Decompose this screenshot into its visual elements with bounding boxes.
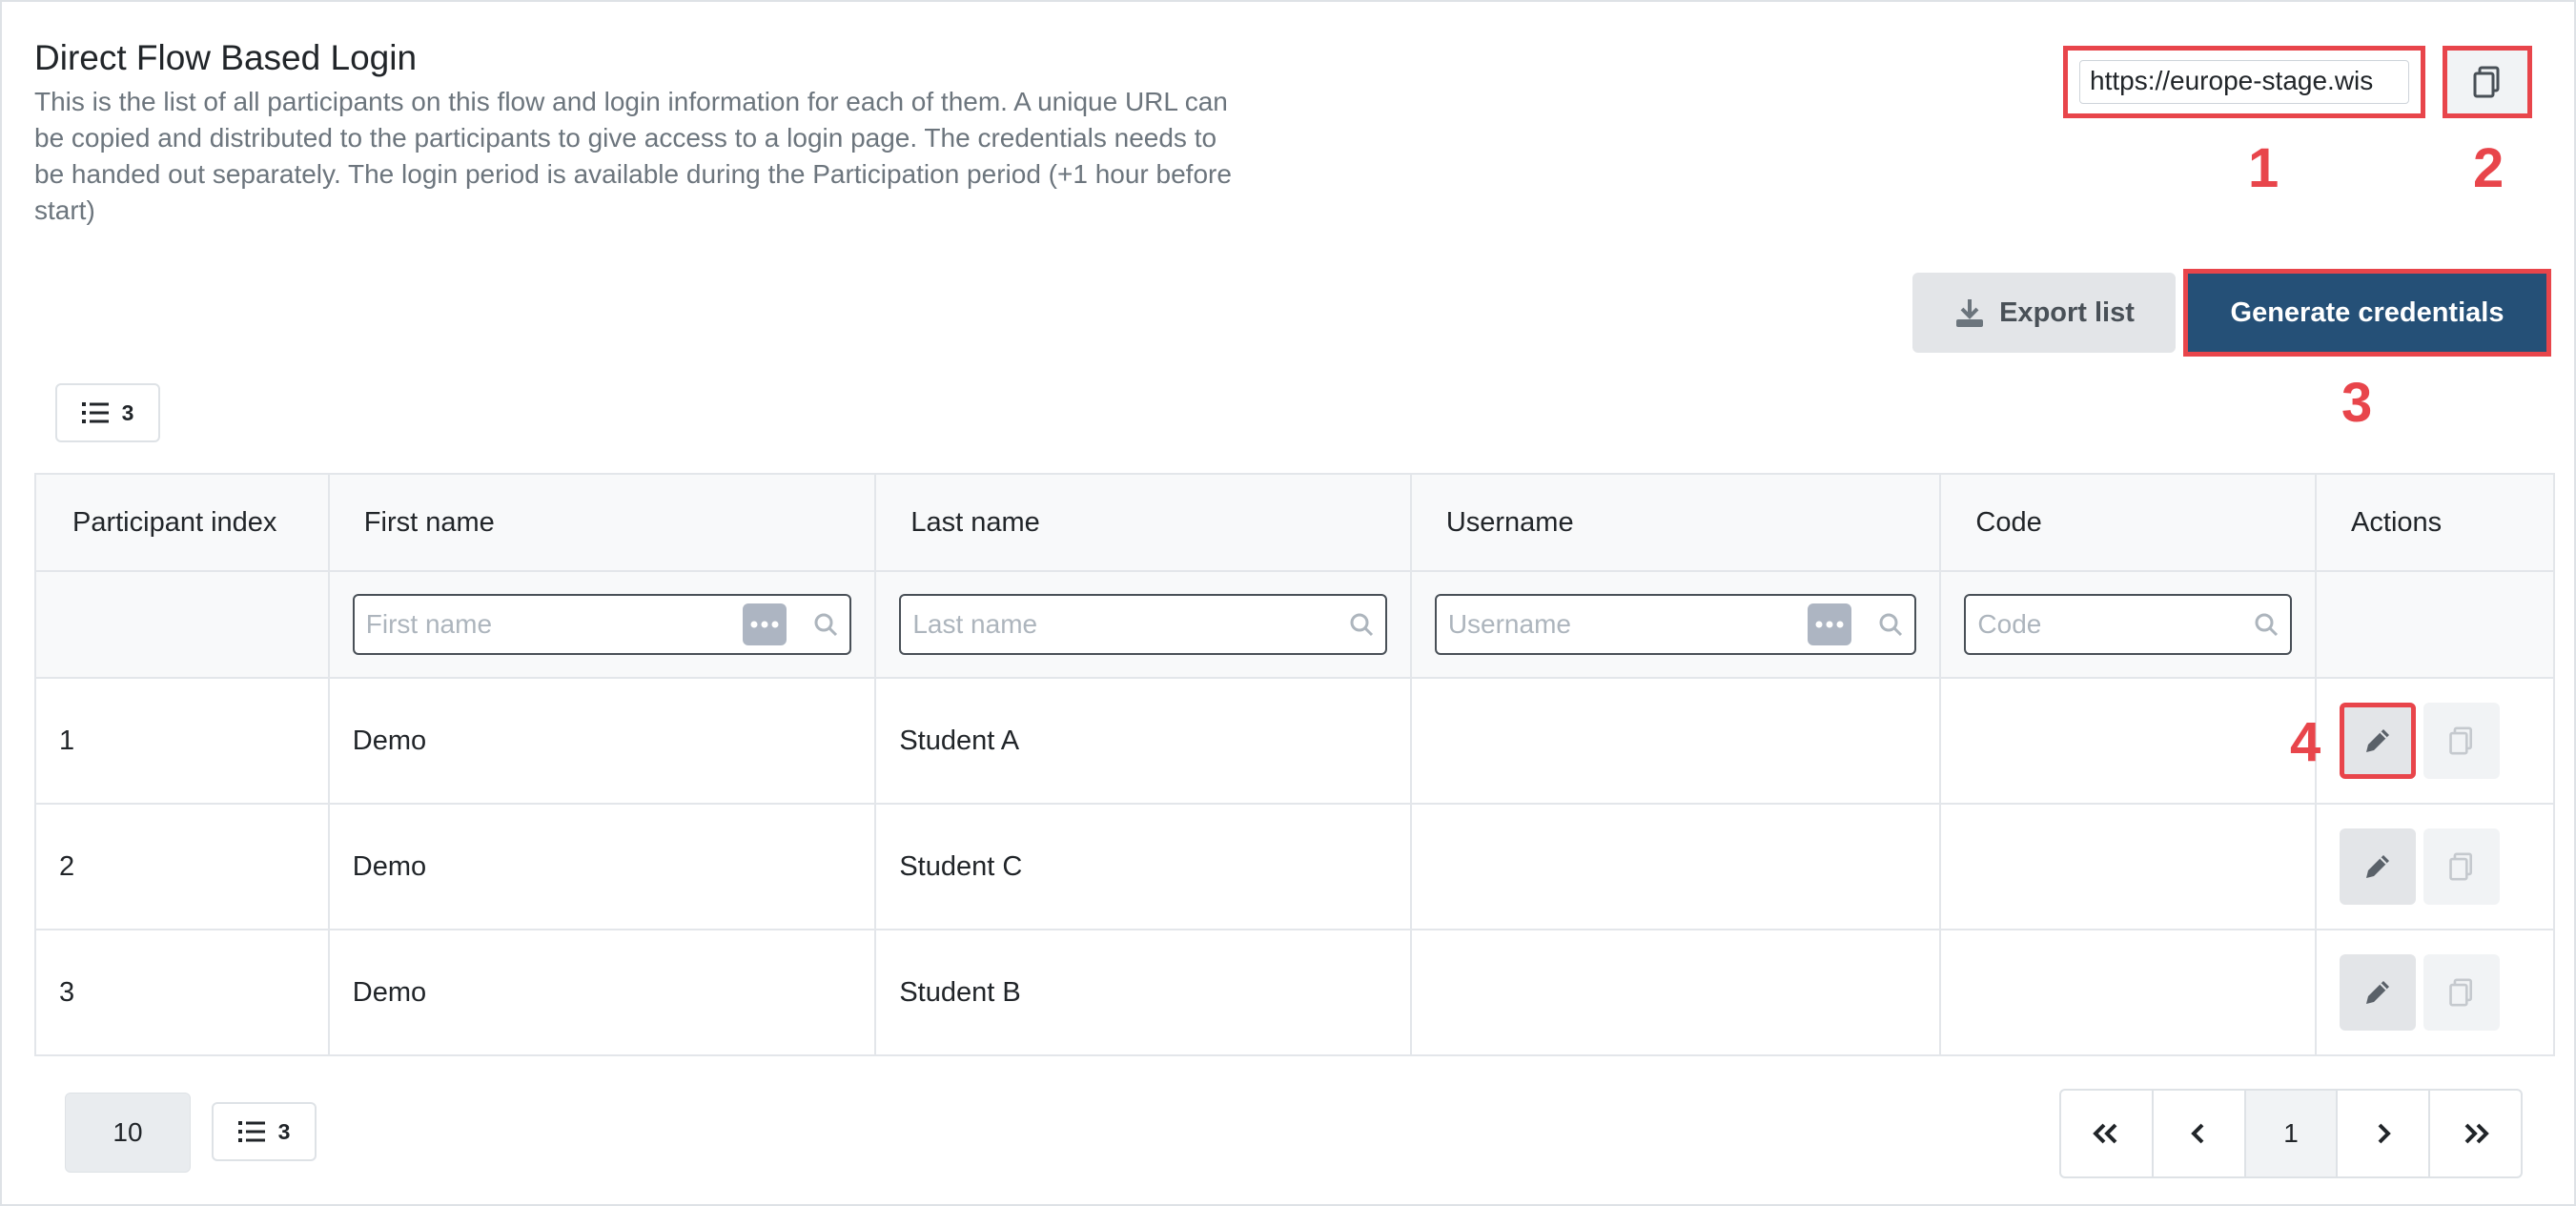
annotation-marker-1: 1 (2248, 137, 2280, 199)
filter-cell-actions (2315, 570, 2555, 679)
first-page-icon (2093, 1123, 2117, 1144)
page-title: Direct Flow Based Login (34, 38, 418, 77)
column-header-index[interactable]: Participant index (34, 473, 330, 572)
username-filter-input[interactable]: Username (1434, 594, 1917, 655)
cell-last-name: Student A (874, 677, 1412, 805)
table-header-row: Participant index First name Last name U… (34, 473, 2555, 572)
copy-row-button[interactable] (2423, 954, 2501, 1031)
last-page-icon (2464, 1123, 2489, 1144)
table-row: 1 Demo Student A (34, 677, 2555, 805)
cell-code (1939, 803, 2318, 930)
list-icon (81, 402, 109, 423)
cell-first-name: Demo (327, 803, 877, 930)
next-page-button[interactable] (2338, 1091, 2431, 1176)
current-page-button[interactable]: 1 (2245, 1091, 2339, 1176)
participants-table: Participant index First name Last name U… (34, 473, 2555, 1056)
cell-username (1409, 803, 1942, 930)
edit-row-button[interactable] (2340, 703, 2417, 779)
export-list-button[interactable]: Export list (1912, 273, 2176, 353)
next-page-icon (2378, 1123, 2391, 1144)
annotation-marker-4: 4 (2290, 711, 2321, 773)
cell-actions (2315, 803, 2555, 930)
footer-column-toggle-button[interactable]: 3 (212, 1102, 317, 1161)
filter-cell-empty (34, 570, 330, 679)
edit-row-button[interactable] (2340, 828, 2417, 905)
column-header-username[interactable]: Username (1409, 473, 1942, 572)
cell-index: 3 (34, 929, 330, 1056)
list-icon (237, 1121, 265, 1142)
copy-icon (2449, 726, 2473, 755)
download-icon (1956, 299, 1984, 327)
username-filter-placeholder: Username (1447, 609, 1571, 639)
copy-row-button[interactable] (2423, 703, 2501, 779)
cell-username (1409, 677, 1942, 805)
edit-row-button[interactable] (2340, 954, 2417, 1031)
pencil-icon (2366, 981, 2390, 1004)
pagination: 1 (2059, 1089, 2523, 1178)
annotation-marker-3: 3 (2341, 372, 2373, 434)
column-header-last-name[interactable]: Last name (874, 473, 1412, 572)
copy-row-button[interactable] (2423, 828, 2501, 905)
export-list-label: Export list (1999, 296, 2135, 328)
cell-code (1939, 677, 2318, 805)
filter-cell-code: Code (1939, 570, 2318, 679)
last-page-button[interactable] (2430, 1091, 2521, 1176)
filter-cell-last-name: Last name (874, 570, 1412, 679)
last-name-filter-input[interactable]: Last name (899, 594, 1387, 655)
filter-cell-username: Username (1409, 570, 1942, 679)
page-description: This is the list of all participants on … (34, 87, 1232, 225)
copy-icon (2449, 852, 2473, 881)
first-name-filter-placeholder: First name (365, 609, 493, 639)
cell-first-name: Demo (327, 677, 877, 805)
search-icon (2255, 613, 2279, 637)
ellipsis-icon[interactable] (1808, 603, 1852, 645)
cell-last-name: Student C (874, 803, 1412, 930)
table-row: 3 Demo Student B (34, 929, 2555, 1056)
annotation-marker-2: 2 (2473, 137, 2504, 199)
cell-username (1409, 929, 1942, 1056)
cell-actions (2315, 929, 2555, 1056)
copy-icon (2473, 66, 2500, 98)
prev-page-icon (2191, 1123, 2204, 1144)
search-icon (1350, 613, 1373, 637)
cell-last-name: Student B (874, 929, 1412, 1056)
column-header-actions: Actions (2315, 473, 2555, 572)
pencil-icon (2366, 729, 2390, 752)
generate-credentials-button[interactable]: Generate credentials (2183, 269, 2551, 357)
search-icon (814, 613, 838, 637)
pencil-icon (2366, 855, 2390, 878)
filter-cell-first-name: First name (327, 570, 877, 679)
cell-index: 2 (34, 803, 330, 930)
table-filter-row: First name Last name Username Code (34, 570, 2555, 679)
first-name-filter-input[interactable]: First name (352, 594, 852, 655)
column-header-code[interactable]: Code (1939, 473, 2318, 572)
column-toggle-button[interactable]: 3 (55, 383, 160, 442)
table-row: 2 Demo Student C (34, 803, 2555, 930)
cell-first-name: Demo (327, 929, 877, 1056)
prev-page-button[interactable] (2154, 1091, 2246, 1176)
column-header-first-name[interactable]: First name (327, 473, 877, 572)
footer-column-count: 3 (277, 1118, 291, 1144)
search-icon (1879, 613, 1903, 637)
generate-credentials-label: Generate credentials (2230, 296, 2504, 328)
column-count: 3 (121, 399, 134, 425)
login-url-field-wrapper: https://europe-stage.wis (2063, 46, 2425, 118)
cell-actions (2315, 677, 2555, 805)
last-name-filter-placeholder: Last name (912, 609, 1038, 639)
cell-index: 1 (34, 677, 330, 805)
copy-icon (2449, 978, 2473, 1007)
copy-url-button[interactable] (2443, 46, 2532, 118)
direct-login-panel: Direct Flow Based Login This is the list… (0, 0, 2576, 1206)
first-page-button[interactable] (2061, 1091, 2154, 1176)
code-filter-input[interactable]: Code (1964, 594, 2293, 655)
page-size-selector[interactable]: 10 (65, 1093, 191, 1173)
login-url-field[interactable]: https://europe-stage.wis (2079, 60, 2409, 104)
ellipsis-icon[interactable] (743, 603, 787, 645)
code-filter-placeholder: Code (1977, 609, 2042, 639)
cell-code (1939, 929, 2318, 1056)
